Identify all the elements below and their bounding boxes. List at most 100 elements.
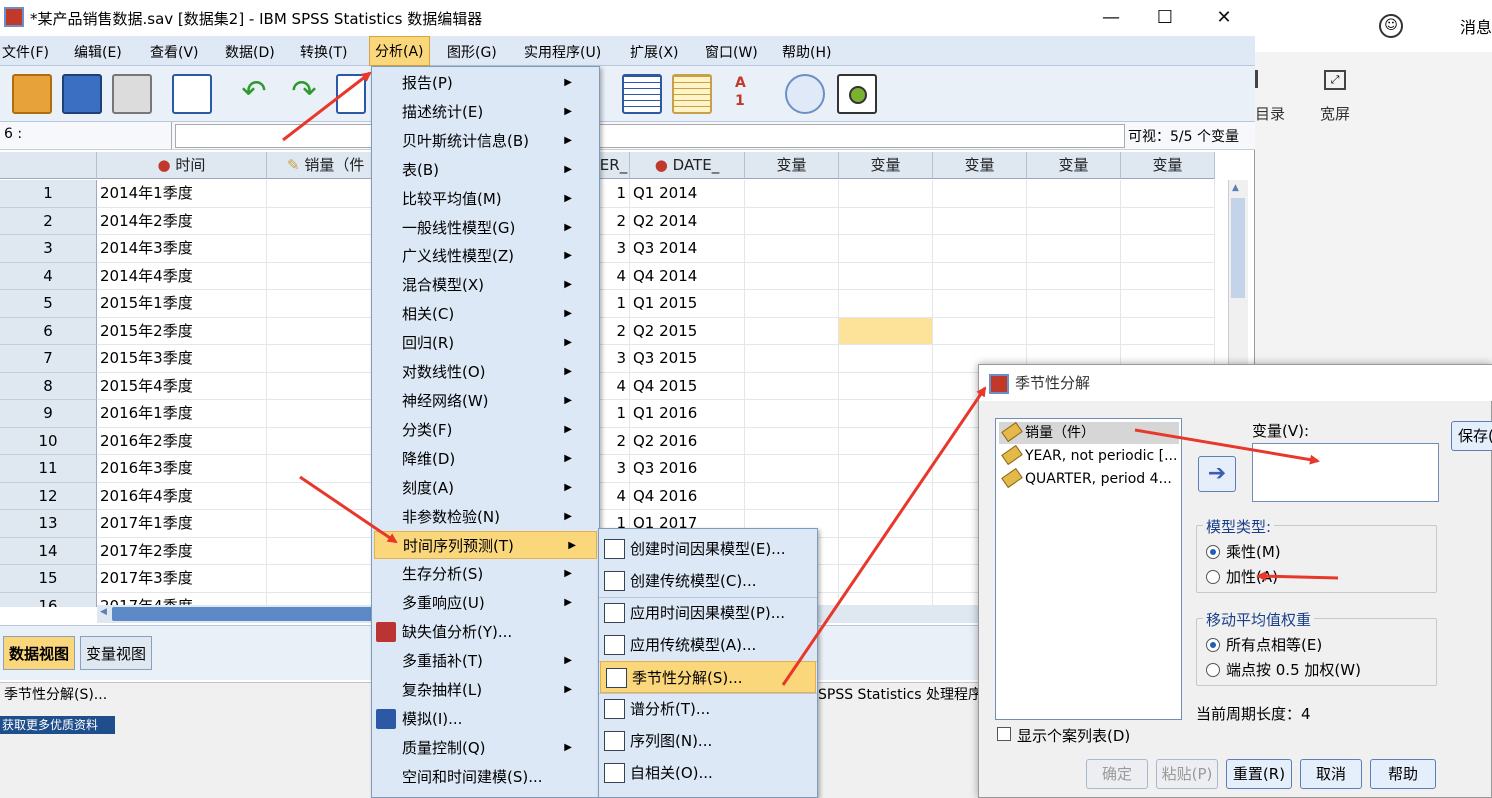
- analyze-menu-item[interactable]: 一般线性模型(G) ▶: [402, 214, 592, 242]
- row-header[interactable]: 4: [0, 262, 97, 290]
- cell-quarter[interactable]: 2: [598, 317, 630, 345]
- cell-empty[interactable]: [933, 290, 1027, 318]
- cell-empty[interactable]: [839, 207, 933, 235]
- toc-label[interactable]: 目录: [1255, 103, 1285, 124]
- column-header-var[interactable]: 变量: [1121, 152, 1215, 179]
- analyze-menu-item[interactable]: 刻度(A) ▶: [402, 474, 592, 502]
- menu-edit[interactable]: 编辑(E): [74, 42, 122, 62]
- show-cases-label[interactable]: 显示个案列表(D): [1017, 725, 1130, 746]
- time-series-menu-item[interactable]: 序列图(N)...: [599, 725, 817, 757]
- menu-transform[interactable]: 转换(T): [300, 42, 347, 62]
- reset-button[interactable]: 重置(R): [1226, 759, 1292, 789]
- close-button[interactable]: ✕: [1201, 4, 1247, 32]
- row-header[interactable]: 7: [0, 345, 97, 373]
- help-button[interactable]: 帮助: [1370, 759, 1436, 789]
- cell-empty[interactable]: [1121, 262, 1215, 290]
- multiplicative-radio[interactable]: 乘性(M): [1206, 541, 1281, 563]
- cell-empty[interactable]: [745, 345, 839, 373]
- cell-time[interactable]: 2014年1季度: [97, 180, 267, 208]
- variable-item-sales[interactable]: 销量（件）: [999, 422, 1179, 444]
- ok-button[interactable]: 确定: [1086, 759, 1148, 789]
- analyze-menu-item[interactable]: 回归(R) ▶: [402, 329, 592, 357]
- cell-date[interactable]: Q3 2015: [630, 345, 745, 373]
- save-icon[interactable]: [62, 74, 102, 114]
- column-header-var[interactable]: 变量: [933, 152, 1027, 179]
- widescreen-label[interactable]: 宽屏: [1320, 103, 1350, 124]
- cell-quarter[interactable]: 2: [598, 207, 630, 235]
- menu-extensions[interactable]: 扩展(X): [630, 42, 679, 62]
- row-header[interactable]: 1: [0, 180, 97, 208]
- row-header[interactable]: 2: [0, 207, 97, 235]
- row-header[interactable]: 3: [0, 235, 97, 263]
- cell-empty[interactable]: [745, 400, 839, 428]
- cell-time[interactable]: 2016年3季度: [97, 455, 267, 483]
- cell-time[interactable]: 2014年2季度: [97, 207, 267, 235]
- time-series-menu-item[interactable]: 创建传统模型(C)...: [599, 565, 817, 597]
- cell-empty[interactable]: [933, 235, 1027, 263]
- row-header[interactable]: 6: [0, 317, 97, 345]
- cell-empty[interactable]: [933, 262, 1027, 290]
- cell-quarter[interactable]: 1: [598, 180, 630, 208]
- cell-time[interactable]: 2017年3季度: [97, 565, 267, 593]
- horizontal-scroll-thumb[interactable]: [112, 607, 382, 621]
- cell-date[interactable]: Q1 2016: [630, 400, 745, 428]
- menu-file[interactable]: 文件(F): [2, 42, 49, 62]
- cell-time[interactable]: 2015年4季度: [97, 372, 267, 400]
- analyze-menu-item[interactable]: 相关(C) ▶: [402, 300, 592, 328]
- cell-sales[interactable]: [267, 262, 377, 290]
- cell-sales[interactable]: [267, 235, 377, 263]
- cell-date[interactable]: Q2 2016: [630, 427, 745, 455]
- list-icon[interactable]: [1255, 70, 1267, 88]
- cell-empty[interactable]: [1027, 262, 1121, 290]
- cell-empty[interactable]: [1027, 317, 1121, 345]
- analyze-menu-item[interactable]: 比较平均值(M) ▶: [402, 185, 592, 213]
- open-folder-icon[interactable]: [12, 74, 52, 114]
- maximize-button[interactable]: ☐: [1142, 4, 1188, 32]
- endpoints-weighted-radio[interactable]: 端点按 0.5 加权(W): [1206, 659, 1361, 681]
- cell-quarter[interactable]: 4: [598, 482, 630, 510]
- cell-time[interactable]: 2016年2季度: [97, 427, 267, 455]
- cell-sales[interactable]: [267, 455, 377, 483]
- column-header-time[interactable]: ● 时间: [97, 152, 267, 179]
- cell-time[interactable]: 2017年2季度: [97, 537, 267, 565]
- cell-empty[interactable]: [839, 262, 933, 290]
- analyze-menu-item[interactable]: 表(B) ▶: [402, 156, 592, 184]
- cell-quarter[interactable]: 4: [598, 372, 630, 400]
- value-labels-icon[interactable]: A1: [735, 74, 773, 114]
- cell-empty[interactable]: [745, 372, 839, 400]
- cell-empty[interactable]: [839, 235, 933, 263]
- cell-empty[interactable]: [839, 427, 933, 455]
- cell-empty[interactable]: [1121, 207, 1215, 235]
- cell-empty[interactable]: [839, 482, 933, 510]
- column-header-sales[interactable]: ✎ 销量（件: [267, 152, 377, 179]
- redo-icon[interactable]: ↷: [284, 74, 324, 114]
- time-series-menu-item[interactable]: 自相关(O)...: [599, 757, 817, 789]
- analyze-menu-item[interactable]: 多重插补(T) ▶: [402, 647, 592, 675]
- additive-radio[interactable]: 加性(A): [1206, 566, 1278, 588]
- cell-time[interactable]: 2017年1季度: [97, 510, 267, 538]
- show-cases-checkbox[interactable]: [997, 727, 1011, 741]
- cell-empty[interactable]: [1121, 235, 1215, 263]
- cell-quarter[interactable]: 3: [598, 455, 630, 483]
- cell-quarter[interactable]: 1: [598, 400, 630, 428]
- cell-time[interactable]: 2015年1季度: [97, 290, 267, 318]
- analyze-menu-item[interactable]: 生存分析(S) ▶: [402, 560, 592, 588]
- cell-empty[interactable]: [1027, 180, 1121, 208]
- cell-sales[interactable]: [267, 510, 377, 538]
- time-series-menu-item[interactable]: 应用传统模型(A)...: [599, 629, 817, 661]
- cell-sales[interactable]: [267, 482, 377, 510]
- messages-label[interactable]: 消息: [1460, 14, 1492, 38]
- use-sets-icon[interactable]: [785, 74, 825, 114]
- tab-data-view[interactable]: 数据视图: [3, 636, 76, 670]
- cell-empty[interactable]: [745, 317, 839, 345]
- row-header[interactable]: 15: [0, 565, 97, 593]
- cell-date[interactable]: Q3 2014: [630, 235, 745, 263]
- cell-empty[interactable]: [933, 180, 1027, 208]
- menu-window[interactable]: 窗口(W): [705, 42, 758, 62]
- row-header[interactable]: 10: [0, 427, 97, 455]
- analyze-menu-item[interactable]: 非参数检验(N) ▶: [402, 503, 592, 531]
- cell-date[interactable]: Q4 2015: [630, 372, 745, 400]
- row-header[interactable]: 9: [0, 400, 97, 428]
- row-header[interactable]: 12: [0, 482, 97, 510]
- column-header-var[interactable]: 变量: [1027, 152, 1121, 179]
